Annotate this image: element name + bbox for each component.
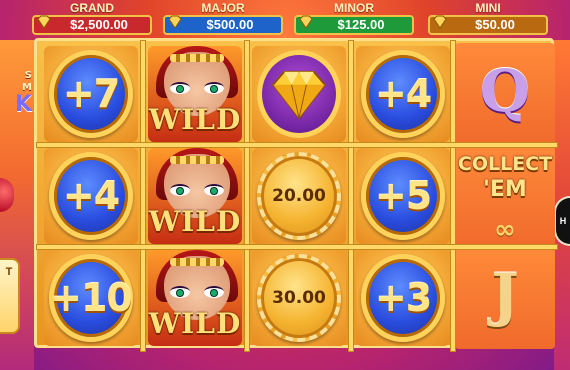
jackpot-major: MAJOR $500.00: [163, 2, 283, 35]
blue-coin-symbol: +3: [361, 254, 445, 342]
coin-multiplier: +3: [374, 276, 432, 320]
reel-cell: +3: [353, 247, 453, 349]
row-divider: [37, 245, 557, 249]
gold-coin-symbol: 30.00: [257, 254, 341, 342]
reel-divider: [245, 41, 249, 351]
blue-coin-symbol: +5: [361, 152, 445, 240]
coin-multiplier: +10: [50, 276, 133, 320]
reel-cell: WILD: [145, 43, 245, 145]
wild-symbol: WILD: [148, 148, 242, 244]
coin-multiplier: +7: [62, 72, 120, 116]
reel-divider: [451, 41, 455, 351]
blue-coin-symbol: +7: [49, 50, 133, 138]
wild-symbol: WILD: [148, 250, 242, 346]
coin-value: 30.00: [272, 288, 326, 308]
reel-cell: +4: [353, 43, 453, 145]
reel-cell: 30.00: [249, 247, 349, 349]
collect-label: COLLECT: [457, 153, 553, 175]
collect-em-symbol: COLLECT 'EM: [457, 151, 553, 203]
reel-cell: +4: [41, 145, 141, 247]
logo-text-1: S: [24, 70, 32, 81]
diamond-icon: [271, 70, 327, 120]
reel-cell: WILD: [145, 247, 245, 349]
em-label: 'EM: [483, 177, 527, 202]
wild-symbol: WILD: [148, 46, 242, 142]
infinity-icon: ∞: [494, 215, 516, 245]
diamond-icon: [433, 15, 447, 29]
right-side-button[interactable]: H: [554, 196, 570, 246]
reel-grid: +7 +4 +10 WILD WILD WILD 20.00 30.00 +4 …: [34, 38, 557, 351]
reel-cell: [249, 43, 349, 145]
blue-coin-symbol: +4: [49, 152, 133, 240]
reel-cell: +10: [41, 247, 141, 349]
reel-divider: [349, 41, 353, 351]
wild-label: WILD: [148, 103, 242, 136]
blue-coin-symbol: +4: [361, 50, 445, 138]
diamond-icon: [37, 15, 51, 29]
jackpot-mini: MINI $50.00: [428, 2, 548, 35]
diamond-icon: [168, 15, 182, 29]
wild-label: WILD: [148, 307, 242, 340]
reel-cell: 20.00: [249, 145, 349, 247]
letter-q-symbol: Q: [479, 57, 531, 125]
gold-coin-symbol: 20.00: [257, 152, 341, 240]
jackpot-bar: GRAND $2,500.00 MAJOR $500.00 MINOR $125…: [30, 0, 550, 36]
reel-cell: +7: [41, 43, 141, 145]
letter-j-symbol: J: [491, 261, 519, 329]
blue-coin-symbol: +10: [49, 254, 133, 342]
wild-label: WILD: [148, 205, 242, 238]
logo-text-big: K: [14, 92, 32, 117]
game-logo-fragment: S M K: [0, 70, 34, 122]
coin-multiplier: +4: [374, 72, 432, 116]
diamond-icon: [299, 15, 313, 29]
reel-cell: COLLECT 'EM ∞: [455, 145, 555, 247]
coin-value: 20.00: [272, 186, 326, 206]
jackpot-grand: GRAND $2,500.00: [32, 2, 152, 35]
reel-cell: WILD: [145, 145, 245, 247]
coin-multiplier: +4: [62, 174, 120, 218]
reel-cell: Q: [455, 43, 555, 145]
reel-cell: J: [455, 247, 555, 349]
coin-multiplier: +5: [374, 174, 432, 218]
jackpot-minor: MINOR $125.00: [294, 2, 414, 35]
reel-cell: +5: [353, 145, 453, 247]
row-divider: [37, 143, 557, 147]
left-info-panel[interactable]: T: [0, 258, 20, 334]
reel-divider: [141, 41, 145, 351]
diamond-symbol: [257, 50, 341, 138]
